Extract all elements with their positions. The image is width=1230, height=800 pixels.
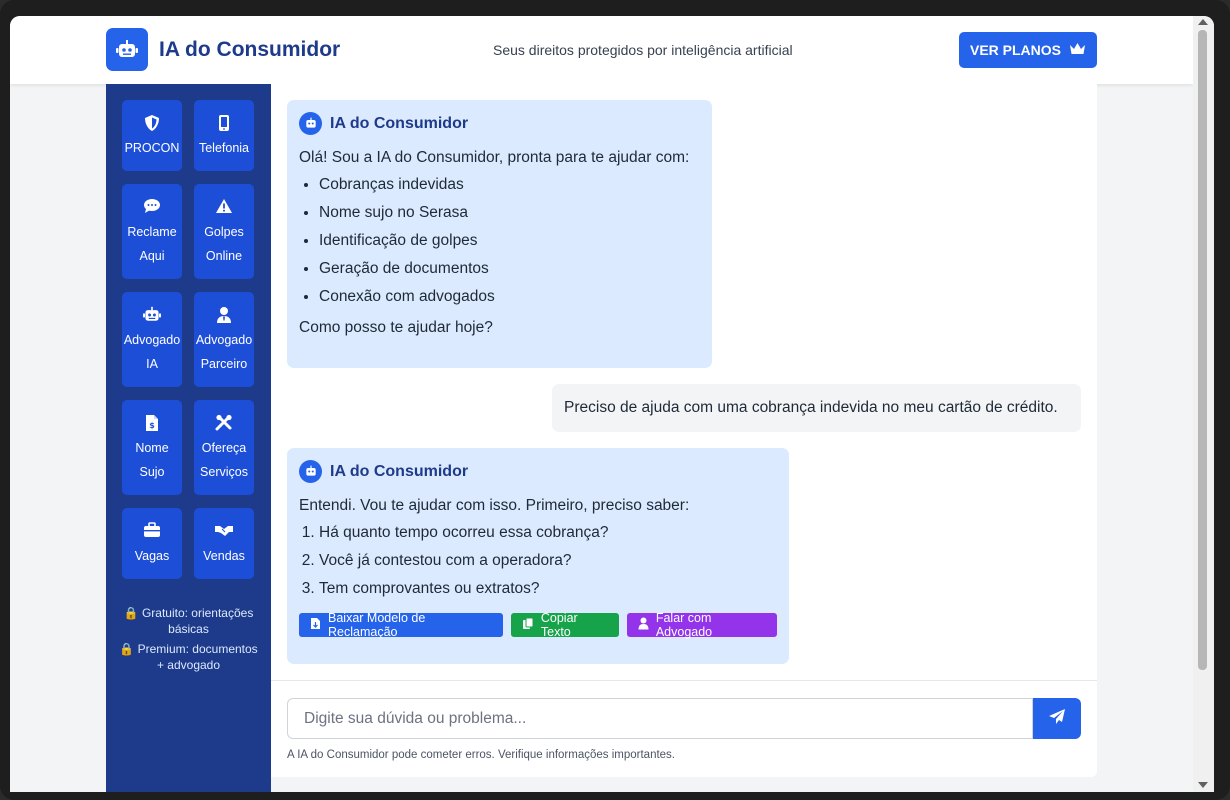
download-template-button[interactable]: Baixar Modelo de Reclamação	[299, 611, 503, 639]
top-header: IA do Consumidor Seus direitos protegido…	[10, 16, 1193, 84]
free-plan-text: Gratuito: orientações básicas	[141, 606, 254, 636]
list-item: Conexão com advogados	[319, 283, 700, 311]
logo-robot-icon[interactable]	[106, 28, 148, 71]
sidebar-item-ofereca-servicos[interactable]: Ofereça Serviços	[194, 400, 254, 495]
sidebar-item-advogado-parceiro[interactable]: Advogado Parceiro	[194, 292, 254, 387]
talk-to-lawyer-button[interactable]: Falar com Advogado	[626, 611, 777, 639]
lock-icon: 🔒	[123, 606, 139, 620]
paper-plane-icon	[1048, 708, 1066, 730]
button-label: Baixar Modelo de Reclamação	[328, 611, 426, 639]
chat-panel: IA do Consumidor Olá! Sou a IA do Consum…	[271, 84, 1097, 777]
sidebar-item-nome-sujo[interactable]: $ Nome Sujo	[122, 400, 182, 495]
svg-text:$: $	[149, 421, 155, 430]
ai-message: IA do Consumidor Olá! Sou a IA do Consum…	[287, 100, 712, 368]
list-item: Nome sujo no Serasa	[319, 199, 700, 227]
sidebar: PROCON Telefonia Reclame Aqui Golpes Onl…	[106, 84, 271, 792]
button-label: Falar com Advogado	[655, 611, 713, 639]
scroll-thumb[interactable]	[1198, 30, 1207, 670]
message-intro: Olá! Sou a IA do Consumidor, pronta para…	[299, 149, 690, 166]
tools-icon	[194, 412, 254, 436]
copy-icon	[522, 617, 534, 633]
header-tagline: Seus direitos protegidos por inteligênci…	[493, 42, 793, 58]
button-label: Copiar Texto	[540, 611, 578, 639]
ai-disclaimer: A IA do Consumidor pode cometer erros. V…	[287, 749, 676, 761]
sidebar-item-golpes-online[interactable]: Golpes Online	[194, 184, 254, 279]
sidebar-item-label: Nome	[135, 441, 169, 455]
list-item: Cobranças indevidas	[319, 171, 700, 199]
message-intro: Entendi. Vou te ajudar com isso. Primeir…	[299, 497, 690, 514]
robot-avatar-icon	[299, 460, 322, 483]
user-tie-icon	[194, 304, 254, 328]
user-icon	[638, 617, 649, 633]
ai-message: IA do Consumidor Entendi. Vou te ajudar …	[287, 448, 789, 664]
sidebar-item-label: IA	[146, 357, 158, 371]
browser-viewport: IA do Consumidor Seus direitos protegido…	[10, 16, 1214, 792]
sidebar-item-label: PROCON	[124, 141, 180, 155]
sidebar-item-procon[interactable]: PROCON	[122, 100, 182, 171]
sidebar-item-label: Vendas	[203, 549, 245, 563]
list-item: Tem comprovantes ou extratos?	[319, 575, 777, 603]
plans-button-label: VER PLANOS	[969, 42, 1061, 58]
sidebar-item-label: Golpes	[204, 225, 244, 239]
copy-text-button[interactable]: Copiar Texto	[510, 611, 619, 639]
user-message-text: Preciso de ajuda com uma cobrança indevi…	[564, 399, 1058, 416]
file-download-icon	[310, 617, 321, 633]
sidebar-item-label: Online	[205, 249, 243, 263]
comment-icon	[122, 196, 182, 220]
phone-icon	[194, 112, 254, 136]
sidebar-item-telefonia[interactable]: Telefonia	[194, 100, 254, 171]
handshake-icon	[194, 520, 254, 544]
list-item: Geração de documentos	[319, 255, 700, 283]
sidebar-item-vendas[interactable]: Vendas	[194, 508, 254, 579]
sidebar-item-label: Sujo	[139, 465, 165, 479]
sidebar-item-label: Aqui	[139, 249, 165, 263]
lock-icon: 🔒	[119, 642, 135, 656]
help-topics-list: Cobranças indevidas Nome sujo no Serasa …	[299, 171, 700, 311]
sidebar-item-label: Serviços	[200, 465, 248, 479]
chat-input[interactable]	[287, 698, 1033, 739]
brand-title[interactable]: IA do Consumidor	[159, 38, 340, 62]
sidebar-item-label: Reclame	[127, 225, 177, 239]
sidebar-item-label: Ofereça	[201, 441, 247, 455]
message-actions: Baixar Modelo de Reclamação Copiar Texto…	[299, 611, 777, 639]
robot-icon	[122, 304, 182, 328]
scroll-down-arrow-icon[interactable]	[1198, 782, 1208, 788]
premium-plan-text: Premium: documentos + advogado	[137, 642, 258, 672]
sidebar-item-label: Advogado	[123, 333, 181, 347]
window-frame: IA do Consumidor Seus direitos protegido…	[0, 0, 1230, 800]
sidebar-item-label: Telefonia	[198, 141, 250, 155]
page-scrollbar[interactable]	[1193, 16, 1214, 792]
free-plan-note: 🔒 Gratuito: orientações básicas	[116, 605, 261, 637]
crown-icon	[1069, 42, 1086, 59]
sidebar-item-reclame-aqui[interactable]: Reclame Aqui	[122, 184, 182, 279]
premium-plan-note: 🔒 Premium: documentos + advogado	[116, 641, 261, 673]
invoice-icon: $	[122, 412, 182, 436]
ai-sender-name: IA do Consumidor	[330, 114, 469, 132]
ai-sender-name: IA do Consumidor	[330, 462, 469, 480]
user-message: Preciso de ajuda com uma cobrança indevi…	[552, 384, 1081, 432]
scroll-up-arrow-icon[interactable]	[1198, 19, 1208, 25]
robot-avatar-icon	[299, 112, 322, 135]
sidebar-item-advogado-ia[interactable]: Advogado IA	[122, 292, 182, 387]
briefcase-icon	[122, 520, 182, 544]
sidebar-item-vagas[interactable]: Vagas	[122, 508, 182, 579]
sidebar-item-label: Vagas	[134, 549, 170, 563]
list-item: Você já contestou com a operadora?	[319, 547, 777, 575]
list-item: Há quanto tempo ocorreu essa cobrança?	[319, 519, 777, 547]
warning-icon	[194, 196, 254, 220]
message-outro: Como posso te ajudar hoje?	[299, 319, 493, 336]
input-divider	[271, 680, 1097, 681]
view-plans-button[interactable]: VER PLANOS	[959, 32, 1097, 68]
list-item: Identificação de golpes	[319, 227, 700, 255]
questions-list: Há quanto tempo ocorreu essa cobrança? V…	[299, 519, 777, 603]
send-button[interactable]	[1033, 698, 1081, 739]
shield-icon	[122, 112, 182, 136]
sidebar-item-label: Advogado	[195, 333, 253, 347]
sidebar-item-label: Parceiro	[200, 357, 248, 371]
